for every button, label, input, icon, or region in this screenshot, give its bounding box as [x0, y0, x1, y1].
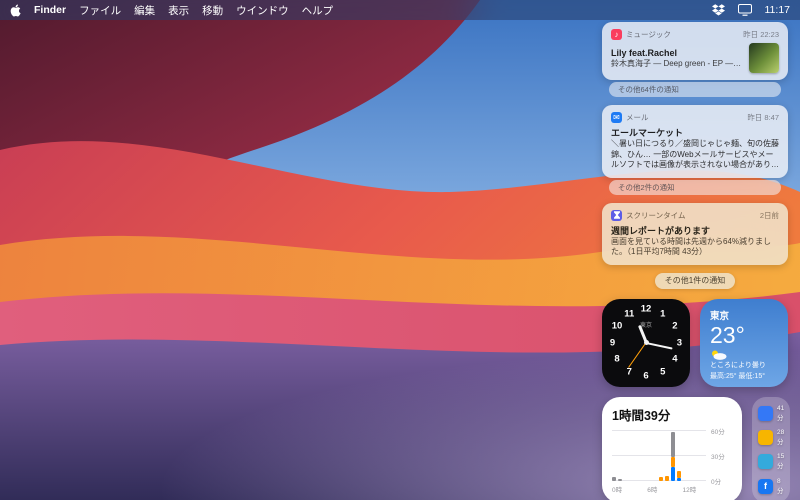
screen-time-notification-time: 2日前: [759, 210, 779, 220]
screen-time-widget[interactable]: 1時間39分 60分 30分 0分 0時 6時 12時: [602, 396, 742, 500]
x-axis-label: 12時: [682, 486, 697, 494]
usage-bar: [664, 431, 669, 481]
app-cyan-icon: [758, 454, 773, 470]
app-blue-icon: [758, 405, 773, 421]
music-app-name: ミュージック: [626, 30, 671, 39]
app-usage-time: 8分: [777, 477, 784, 495]
screen-time-notification-header: スクリーンタイム 2日前: [611, 209, 779, 221]
apple-menu[interactable]: [10, 3, 21, 17]
music-app-icon: ♪: [611, 29, 622, 40]
clock-minute-hand: [645, 341, 673, 350]
app-usage-facebook[interactable]: f 8分: [758, 478, 784, 495]
weather-widget[interactable]: 東京 23° ところにより曇り 最高:25° 最低:15°: [700, 298, 788, 387]
app-usage-app-blue[interactable]: 41分: [758, 405, 784, 422]
app-yellow-icon: [758, 430, 773, 446]
usage-bar: [617, 431, 622, 481]
weather-city: 東京: [710, 310, 730, 322]
notification-center: ♪ ミュージック 昨日 22:23 Lily feat.Rachel 鈴木真海子…: [602, 20, 791, 500]
x-axis-label: 6時: [647, 486, 658, 494]
clock-center-dot: [643, 340, 649, 346]
mail-app-name: メール: [626, 113, 649, 122]
clock-numeral: 12: [640, 303, 652, 315]
usage-chart-plot: 60分 30分 0分 0時 6時 12時: [612, 429, 725, 494]
clock-numeral: 1: [660, 308, 666, 320]
usage-bar: [676, 431, 681, 481]
screen-time-notification-body: 画面を見ている時間は先週から64%減りました。（1日平均7時間 43分）: [611, 236, 772, 257]
music-notification-subtitle: 鈴木真海子 — Deep green - EP — chelmico スー…: [611, 58, 742, 68]
display-icon[interactable]: [737, 4, 752, 16]
album-art-thumbnail: [749, 43, 779, 73]
clock-numeral: 4: [672, 353, 678, 365]
menu-bar: Finder ファイル 編集 表示 移動 ウインドウ ヘルプ 11:17: [0, 0, 800, 20]
clock-dial: 東京 1 2 3 4 5 6 7 8 9 10 11 12: [602, 299, 690, 387]
facebook-icon: f: [758, 478, 773, 494]
music-notification-time: 昨日 22:23: [743, 30, 779, 39]
y-axis-label: 60分: [711, 428, 725, 436]
usage-bar: [612, 431, 616, 481]
mail-notification-time: 昨日 8:47: [747, 113, 779, 122]
clock-numeral: 7: [626, 366, 632, 378]
screen-time-total: 1時間39分: [612, 408, 671, 423]
app-usage-app-yellow[interactable]: 28分: [758, 429, 784, 446]
usage-bar: [670, 431, 675, 481]
weather-condition: ところにより曇り: [710, 361, 766, 369]
screen-time-app-icon: [611, 209, 622, 221]
clock-numeral: 10: [611, 320, 623, 332]
clock-numeral: 9: [609, 337, 616, 349]
y-axis-label: 0分: [711, 478, 722, 486]
menu-view[interactable]: 表示: [168, 3, 189, 18]
notification-music[interactable]: ♪ ミュージック 昨日 22:23 Lily feat.Rachel 鈴木真海子…: [602, 22, 788, 80]
music-more-label: その他64件の通知: [618, 85, 679, 94]
menu-edit[interactable]: 編集: [134, 3, 155, 18]
usage-bar: [659, 431, 663, 481]
mail-notification-body: ＼暑い日につるり／盛岡じゃじゃ麺、旬の佐藤錦、ひん… 一部のWebメールサービス…: [611, 139, 779, 170]
app-usage-time: 41分: [777, 404, 785, 422]
mail-more-notifications[interactable]: その他2件の通知: [609, 179, 781, 195]
screen-time-app-name: スクリーンタイム: [626, 210, 686, 220]
app-usage-time: 28分: [777, 429, 785, 447]
dropbox-icon[interactable]: [711, 4, 725, 16]
apple-icon: [10, 3, 21, 16]
top-apps-column: 41分 28分 15分 f 8分: [752, 396, 791, 500]
mail-app-icon: ✉: [611, 112, 622, 123]
clock-second-hand: [628, 342, 647, 368]
app-usage-time: 15分: [777, 453, 785, 471]
music-more-notifications[interactable]: その他64件の通知: [609, 82, 781, 97]
menu-file[interactable]: ファイル: [79, 3, 121, 18]
clock-numeral: 3: [676, 337, 683, 349]
clock-numeral: 5: [660, 366, 666, 378]
clock-numeral: 6: [643, 370, 649, 382]
music-notification-header: ♪ ミュージック 昨日 22:23: [611, 29, 779, 40]
clock-numeral: 2: [672, 320, 678, 332]
y-axis-label: 30分: [711, 453, 725, 461]
menu-bar-clock[interactable]: 11:17: [765, 4, 791, 16]
menu-go[interactable]: 移動: [202, 3, 223, 18]
weather-temperature: 23°: [710, 321, 745, 348]
desktop[interactable]: Finder ファイル 編集 表示 移動 ウインドウ ヘルプ 11:17 ♪ ミ…: [0, 0, 800, 500]
notification-screen-time[interactable]: スクリーンタイム 2日前 週間レポートがあります 画面を見ている時間は先週から6…: [602, 202, 788, 265]
mail-notification-title: エールマーケット: [611, 128, 684, 138]
more-notifications-pill[interactable]: その他1件の通知: [654, 272, 736, 289]
clock-numeral: 8: [614, 353, 620, 365]
x-axis-label: 0時: [612, 486, 623, 494]
app-usage-app-cyan[interactable]: 15分: [758, 453, 784, 470]
menu-help[interactable]: ヘルプ: [302, 3, 334, 18]
menu-window[interactable]: ウインドウ: [236, 3, 289, 18]
screen-time-notification-title: 週間レポートがあります: [611, 225, 711, 236]
music-notification-title: Lily feat.Rachel: [611, 47, 678, 58]
notification-mail[interactable]: ✉ メール 昨日 8:47 エールマーケット ＼暑い日につるり／盛岡じゃじゃ麺、…: [602, 105, 788, 178]
menu-finder[interactable]: Finder: [34, 4, 66, 16]
clock-numeral: 11: [624, 308, 635, 320]
mail-more-label: その他2件の通知: [618, 182, 675, 192]
clock-widget[interactable]: 東京 1 2 3 4 5 6 7 8 9 10 11 12: [602, 298, 690, 387]
mail-notification-header: ✉ メール 昨日 8:47: [611, 112, 779, 123]
weather-high-low: 最高:25° 最低:15°: [710, 372, 766, 380]
partly-cloudy-icon: [710, 347, 778, 360]
